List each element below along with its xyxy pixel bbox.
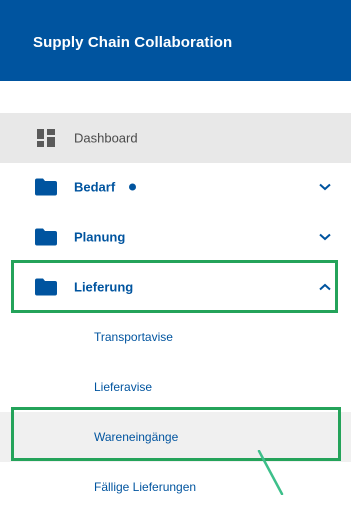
- sidebar-item-bedarf[interactable]: Bedarf: [0, 162, 351, 212]
- sidebar-item-label: Bedarf: [74, 179, 116, 195]
- subnav-item-wareneingaenge[interactable]: Wareneingänge: [0, 412, 351, 462]
- folder-icon: [35, 178, 57, 196]
- annotation-arrow-line: [257, 450, 284, 495]
- subnav-item-faellige-lieferungen[interactable]: Fällige Lieferungen: [0, 462, 351, 512]
- app-header: Supply Chain Collaboration: [0, 0, 351, 81]
- subnav-item-lieferavise[interactable]: Lieferavise: [0, 362, 351, 412]
- subnav-item-label: Lieferavise: [94, 380, 153, 394]
- dashboard-grid-icon: [37, 129, 55, 147]
- subnav-item-transportavise[interactable]: Transportavise: [0, 312, 351, 362]
- folder-icon: [35, 278, 57, 296]
- folder-icon: [35, 228, 57, 246]
- sidebar-item-label: Planung: [74, 229, 126, 245]
- app-title: Supply Chain Collaboration: [33, 34, 233, 51]
- sidebar-item-dashboard[interactable]: Dashboard: [0, 113, 351, 163]
- subnav-item-label: Fällige Lieferungen: [94, 480, 197, 494]
- subnav-item-label: Wareneingänge: [94, 430, 179, 444]
- notification-dot-icon: [129, 183, 136, 191]
- chevron-down-icon[interactable]: [319, 183, 331, 191]
- chevron-down-icon[interactable]: [319, 233, 331, 241]
- chevron-up-icon[interactable]: [319, 283, 331, 291]
- sidebar-item-lieferung[interactable]: Lieferung: [0, 262, 351, 312]
- sidebar-item-planung[interactable]: Planung: [0, 212, 351, 262]
- sidebar-item-label: Lieferung: [74, 279, 134, 295]
- sidebar-item-label: Dashboard: [74, 130, 138, 146]
- subnav-item-label: Transportavise: [94, 330, 173, 344]
